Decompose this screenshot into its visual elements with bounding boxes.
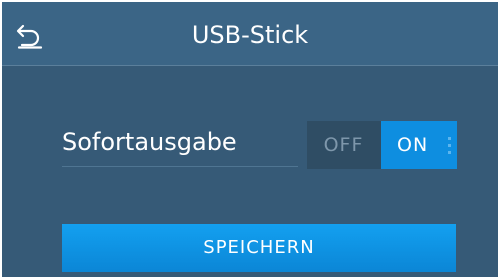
toggle-on-option[interactable]: ON bbox=[381, 121, 457, 169]
on-off-toggle[interactable]: OFF ON bbox=[307, 121, 457, 169]
toggle-off-option[interactable]: OFF bbox=[307, 121, 380, 169]
toggle-grip-icon bbox=[448, 137, 451, 154]
divider bbox=[62, 166, 298, 167]
setting-label: Sofortausgabe bbox=[62, 128, 237, 156]
toggle-on-label: ON bbox=[397, 134, 429, 156]
page-title: USB-Stick bbox=[191, 21, 309, 49]
save-button[interactable]: SPEICHERN bbox=[62, 224, 456, 272]
header-bar: USB-Stick bbox=[2, 2, 498, 66]
screen: USB-Stick Sofortausgabe OFF ON SPEICHERN bbox=[2, 2, 498, 277]
